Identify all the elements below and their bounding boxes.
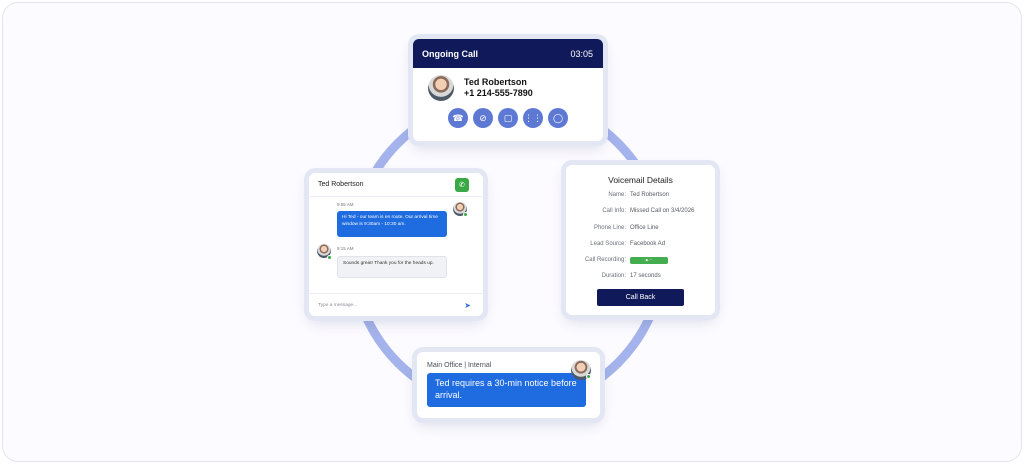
voicemail-title: Voicemail Details: [608, 175, 673, 185]
call-header: Ongoing Call 03:05: [413, 39, 603, 68]
call-title: Ongoing Call: [422, 48, 478, 59]
field-value: 17 seconds: [630, 273, 661, 279]
online-status-icon: [586, 374, 591, 379]
chat-header: Ted Robertson ✆: [309, 173, 483, 197]
contact-name: Ted Robertson: [464, 77, 527, 87]
ongoing-call-card: Ongoing Call 03:05 Ted Robertson +1 214-…: [413, 39, 603, 141]
call-button[interactable]: ✆: [455, 177, 469, 192]
phone-icon: ✆: [459, 181, 465, 189]
field-label: Name:: [608, 192, 626, 198]
chat-card: Ted Robertson ✆ 9:55 AM Hi Ted - our tea…: [309, 173, 483, 316]
call-timer: 03:05: [570, 48, 593, 59]
note-button[interactable]: ▢: [498, 108, 518, 128]
chat-composer: Type a message... ➤: [309, 293, 483, 316]
recording-player[interactable]: ▶ ─: [630, 257, 668, 264]
message-time: 9:55 AM: [337, 202, 354, 207]
field-value: Facebook Ad: [630, 241, 666, 247]
video-off-button[interactable]: ⊘: [473, 108, 493, 128]
channel-label: Main Office | Internal: [427, 362, 492, 369]
message-time: 9:15 AM: [337, 246, 354, 251]
voicemail-row: Name: Ted Robertson: [566, 191, 715, 199]
call-contact: Ted Robertson +1 214-555-7890: [413, 68, 603, 101]
mute-video-icon: ⊘: [479, 112, 487, 123]
field-label: Call Recording:: [584, 257, 626, 263]
voicemail-row: Lead Source: Facebook Ad: [566, 240, 715, 248]
internal-note-card: Main Office | Internal Ted requires a 30…: [417, 352, 600, 418]
field-label: Duration:: [601, 273, 626, 279]
field-value: Missed Call on 3/4/2026: [630, 208, 695, 214]
voicemail-card: Voicemail Details Name: Ted Robertson Ca…: [566, 165, 715, 315]
call-back-button[interactable]: Call Back: [597, 289, 684, 306]
field-label: Phone Line:: [593, 225, 626, 231]
note-icon: ▢: [503, 112, 513, 123]
field-label: Lead Source:: [590, 241, 626, 247]
keypad-button[interactable]: ⋮⋮: [523, 108, 543, 128]
incoming-message: Sounds great! Thank you for the heads up…: [337, 256, 447, 278]
online-status-icon: [463, 212, 468, 217]
voicemail-row: Call Info: Missed Call on 3/4/2026: [566, 207, 715, 215]
hang-up-icon: ☎: [452, 112, 464, 123]
online-status-icon: [327, 255, 332, 260]
contact-button[interactable]: ◯: [548, 108, 568, 128]
field-value: Office Line: [630, 225, 659, 231]
contact-icon: ◯: [552, 112, 564, 123]
hang-up-button[interactable]: ☎: [448, 108, 468, 128]
voicemail-row: Phone Line: Office Line: [566, 224, 715, 232]
voicemail-row: Duration: 17 seconds: [566, 272, 715, 280]
internal-message: Ted requires a 30-min notice before arri…: [427, 373, 586, 407]
voicemail-row: Call Recording: ▶ ─: [566, 256, 715, 264]
avatar: [428, 75, 454, 101]
outgoing-message: Hi Ted - our team is en route. Our arriv…: [337, 211, 447, 237]
canvas: Ongoing Call 03:05 Ted Robertson +1 214-…: [2, 2, 1022, 462]
call-actions: ☎ ⊘ ▢ ⋮⋮ ◯: [413, 101, 603, 128]
message-input[interactable]: Type a message...: [318, 303, 357, 308]
field-label: Call Info:: [602, 208, 626, 214]
field-value: Ted Robertson: [630, 192, 670, 198]
chat-contact-name: Ted Robertson: [318, 181, 364, 188]
contact-phone: +1 214-555-7890: [464, 88, 533, 98]
keypad-icon: ⋮⋮: [524, 112, 542, 123]
send-icon[interactable]: ➤: [464, 301, 471, 310]
